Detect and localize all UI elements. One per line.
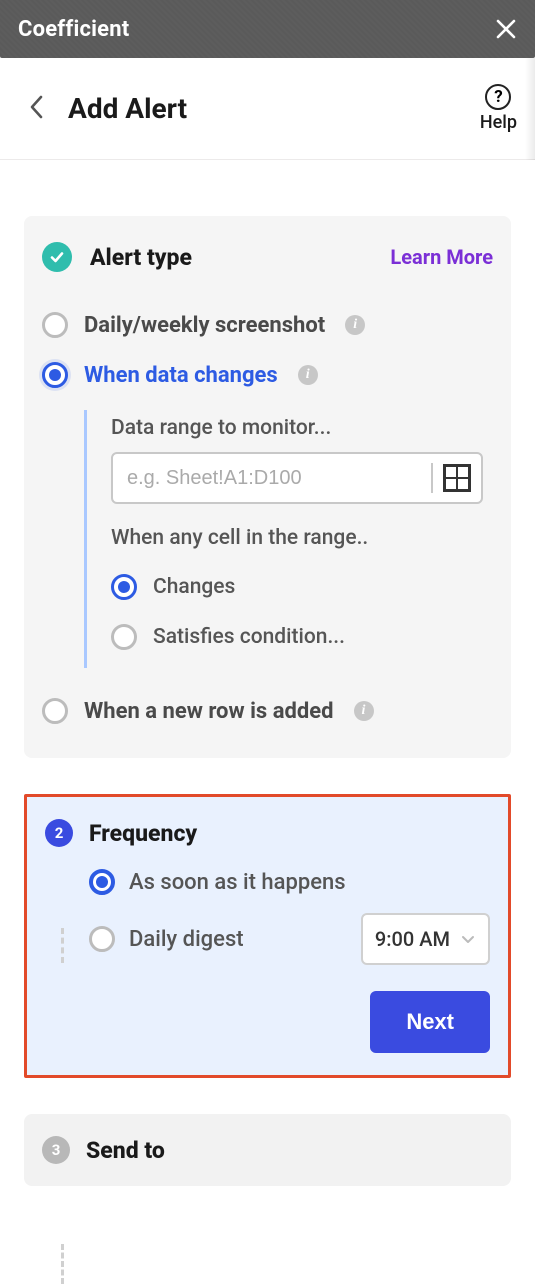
time-select[interactable]: 9:00 AM — [361, 913, 490, 965]
close-button[interactable] — [495, 18, 517, 40]
shadow — [525, 58, 535, 174]
freq-daily-digest[interactable]: Daily digest 9:00 AM — [89, 913, 490, 965]
step-2-badge: 2 — [45, 819, 73, 847]
info-icon[interactable]: i — [345, 315, 365, 335]
radio-data-changes[interactable] — [42, 362, 68, 388]
cond-satisfies[interactable]: Satisfies condition... — [111, 612, 483, 662]
range-input-wrap — [111, 452, 483, 504]
radio-asap[interactable] — [89, 869, 115, 895]
freq-asap[interactable]: As soon as it happens — [89, 869, 490, 895]
content: Alert type Learn More Daily/weekly scree… — [0, 160, 535, 1206]
radio-cond-satisfies[interactable] — [111, 624, 137, 650]
back-button[interactable] — [28, 94, 46, 124]
range-input[interactable] — [127, 467, 421, 490]
option-screenshot-label: Daily/weekly screenshot — [84, 313, 325, 338]
step-connector — [61, 928, 64, 963]
info-icon[interactable]: i — [354, 701, 374, 721]
time-value: 9:00 AM — [375, 927, 450, 951]
grid-picker-button[interactable] — [443, 464, 471, 492]
cond-changes[interactable]: Changes — [111, 562, 483, 612]
chevron-down-icon — [460, 931, 476, 947]
info-icon[interactable]: i — [298, 365, 318, 385]
cond-changes-label: Changes — [153, 575, 235, 599]
freq-daily-digest-label: Daily digest — [129, 927, 244, 952]
range-label: Data range to monitor... — [111, 416, 483, 440]
titlebar: Coefficient — [0, 0, 535, 58]
radio-screenshot[interactable] — [42, 312, 68, 338]
send-to-title: Send to — [86, 1137, 165, 1164]
chevron-left-icon — [28, 94, 46, 120]
page-header: Add Alert ? Help — [0, 58, 535, 160]
alert-type-title: Alert type — [90, 244, 192, 271]
frequency-card: 2 Frequency As soon as it happens Daily … — [24, 794, 511, 1078]
option-data-changes[interactable]: When data changes i — [42, 350, 493, 400]
step-connector — [61, 1244, 64, 1284]
step-complete-icon — [42, 242, 72, 272]
next-button[interactable]: Next — [370, 991, 490, 1053]
radio-cond-changes[interactable] — [111, 574, 137, 600]
option-new-row[interactable]: When a new row is added i — [42, 686, 493, 736]
radio-daily-digest[interactable] — [89, 926, 115, 952]
grid-icon — [445, 466, 469, 490]
app-title: Coefficient — [18, 17, 129, 42]
page-title: Add Alert — [68, 92, 187, 125]
data-changes-subsection: Data range to monitor... When any cell i… — [84, 410, 493, 668]
radio-new-row[interactable] — [42, 698, 68, 724]
learn-more-link[interactable]: Learn More — [390, 245, 493, 269]
alert-type-card: Alert type Learn More Daily/weekly scree… — [24, 216, 511, 758]
frequency-title: Frequency — [89, 820, 197, 847]
help-button[interactable]: ? Help — [480, 84, 517, 133]
freq-asap-label: As soon as it happens — [129, 870, 346, 895]
send-to-card: 3 Send to — [24, 1114, 511, 1186]
cond-satisfies-label: Satisfies condition... — [153, 625, 345, 649]
step-3-badge: 3 — [42, 1136, 70, 1164]
option-data-changes-label: When data changes — [84, 363, 278, 388]
option-screenshot[interactable]: Daily/weekly screenshot i — [42, 300, 493, 350]
help-label: Help — [480, 112, 517, 133]
check-icon — [49, 249, 65, 265]
option-new-row-label: When a new row is added — [84, 699, 334, 724]
close-icon — [495, 18, 517, 40]
range-cond-label: When any cell in the range.. — [111, 526, 483, 550]
divider — [431, 463, 433, 493]
help-icon: ? — [485, 84, 511, 110]
